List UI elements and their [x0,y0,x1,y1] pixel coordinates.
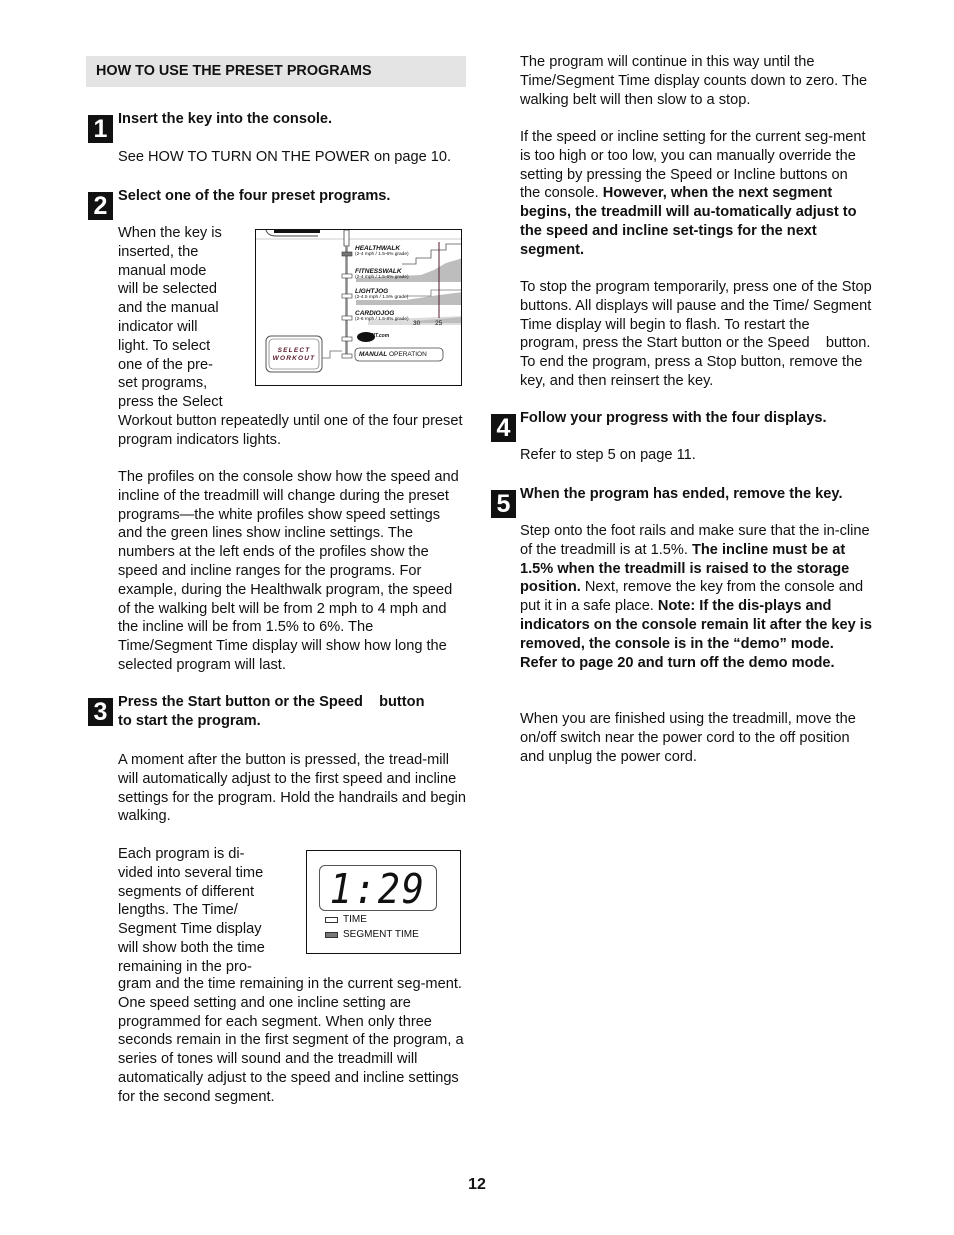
step-1-heading: Insert the key into the console. [118,111,333,127]
step-4-body: Refer to step 5 on page 11. [520,447,696,463]
step-3-paragraph-1: A moment after the button is pressed, th… [118,752,467,825]
ifit-indicator-lamp [341,336,353,342]
step-4-heading: Follow your progress with the four displ… [520,410,827,426]
step-2-wrap-text: When the key is inserted, the manual mod… [118,224,258,412]
step-5-paragraph-2: When you are finished using the treadmil… [520,711,856,765]
step-number-1: 1 [88,115,113,143]
console-figure: HEALTHWALK (2-4 mph / 1.5-6% grade) FITN… [255,229,462,386]
page-number: 12 [468,1176,486,1193]
step-3-heading-line: to start the program. [118,712,261,729]
text-line: will show both the time [118,939,265,956]
text-line: press the Select [118,394,223,411]
lightjog-indicator-lamp [341,293,353,299]
time-indicator-lamp [325,917,338,923]
cardiojog-indicator-lamp [341,315,353,321]
manual-operation-label: MANUAL OPERATION [359,350,427,359]
select-workout-label: SELECT WORKOUT [269,347,319,362]
step-5-heading: When the program has ended, remove the k… [520,486,843,502]
right-paragraph-1: The program will continue in this way un… [520,54,868,108]
step-number-3: 3 [88,698,113,726]
text-line: one of the pre- [118,356,213,373]
step-number-2: 2 [88,192,113,220]
step-2-heading: Select one of the four preset programs. [118,188,391,204]
text-line: inserted, the [118,243,199,260]
step-3-heading-line: Press the Start button or the Speed butt… [118,694,425,710]
text-line: manual mode [118,262,207,279]
program-range-healthwalk: (2-4 mph / 1.5-6% grade) [355,252,409,257]
program-range-cardiojog: (2-6 mph / 1.5-8% grade) [355,317,409,322]
text-line: vided into several time [118,864,264,881]
program-range-lightjog: (2-4.5 mph / 1.5% grade) [355,295,409,300]
step-3-after-wrap: gram and the time remaining in the curre… [118,976,464,1105]
step-3-wrap-text: Each program is di- vided into several t… [118,845,303,977]
time-indicator: TIME [325,914,367,926]
text-line: and the manual [118,300,219,317]
text-line: segments of different [118,883,255,900]
right-paragraph-2: If the speed or incline setting for the … [520,128,872,260]
tick-label-30: 30 [413,320,421,327]
time-indicator-label: TIME [343,914,367,925]
rail-top [343,230,350,247]
text-line: Segment Time display [118,921,262,938]
program-name-lightjog: LIGHTJOG [355,288,389,295]
right-paragraph-3: To stop the program temporarily, press o… [520,279,876,389]
operation-word: OPERATION [387,351,427,358]
manual-word: MANUAL [359,351,388,358]
select-connector [322,350,342,359]
segment-time-indicator-lamp [325,932,338,938]
step-number-5: 5 [491,490,516,518]
lcd-screen: 1:29 [319,865,437,913]
program-name-cardiojog: CARDIOJOG [355,310,395,317]
section-title: HOW TO USE THE PRESET PROGRAMS [86,56,466,87]
step-1-body: See HOW TO TURN ON THE POWER on page 10. [118,149,452,165]
text-line: set programs, [118,375,208,392]
text-line: light. To select [118,337,211,354]
ifit-label: iFIT.com [369,333,390,339]
time-readout: 1:29 [329,865,426,913]
text-line: Each program is di- [118,846,245,862]
step-3-heading: Press the Start button or the Speed butt… [118,693,468,731]
program-name-fitnesswalk: FITNESSWALK [355,268,402,275]
segment-time-indicator: SEGMENT TIME [325,929,419,941]
time-display-figure: 1:29 TIME SEGMENT TIME [306,850,461,954]
step-number-4: 4 [491,414,516,442]
manual-indicator-lamp [341,353,353,359]
text-line: lengths. The Time/ [118,902,238,919]
select-label: SELECT [277,347,311,354]
tick-label-25: 25 [435,320,443,327]
healthwalk-indicator-lamp [341,251,353,257]
text-line: remaining in the pro- [118,958,252,975]
program-range-fitnesswalk: (2-4 mph / 1.5-6% grade) [355,275,409,280]
program-name-healthwalk: HEALTHWALK [355,245,401,252]
panel-dark-bar [274,230,320,233]
fitnesswalk-indicator-lamp [341,273,353,279]
workout-label: WORKOUT [272,354,316,362]
step-5-paragraph-1: Step onto the foot rails and make sure t… [520,522,872,672]
segment-time-indicator-label: SEGMENT TIME [343,929,419,940]
text-line: When the key is [118,225,222,241]
text-line: will be selected [118,281,217,298]
text-line: indicator will [118,318,198,335]
step-2-profiles-paragraph: The profiles on the console show how the… [118,469,459,673]
step-2-after-wrap: Workout button repeatedly until one of t… [118,413,463,448]
